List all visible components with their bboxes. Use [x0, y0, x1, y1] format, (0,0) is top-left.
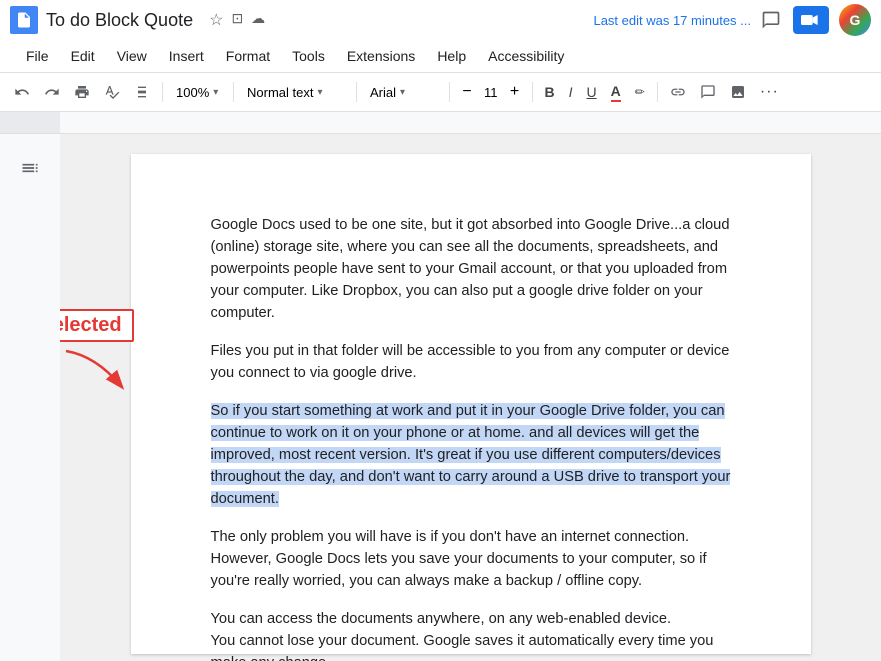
- font-value: Arial: [370, 85, 396, 100]
- ruler: 1 2 3 4 5: [0, 112, 881, 134]
- menu-edit[interactable]: Edit: [61, 44, 105, 68]
- doc-text: Google Docs used to be one site, but it …: [211, 214, 731, 661]
- meet-button[interactable]: [793, 6, 829, 34]
- spellcheck-button[interactable]: [98, 78, 126, 106]
- menu-tools[interactable]: Tools: [282, 44, 335, 68]
- doc-title: To do Block Quote: [46, 10, 193, 31]
- comments-icon[interactable]: [759, 8, 783, 32]
- para-3: So if you start something at work and pu…: [211, 400, 731, 510]
- last-edit-text[interactable]: Last edit was 17 minutes ...: [593, 13, 751, 28]
- font-size-value[interactable]: 11: [480, 83, 502, 102]
- para-4-text: The only problem you will have is if you…: [211, 529, 707, 589]
- menu-insert[interactable]: Insert: [159, 44, 214, 68]
- move-icon[interactable]: ⊡: [231, 10, 243, 30]
- menu-accessibility[interactable]: Accessibility: [478, 44, 574, 68]
- font-size-decrease[interactable]: −: [456, 81, 478, 103]
- redo-button[interactable]: [38, 78, 66, 106]
- para-1-text: Google Docs used to be one site, but it …: [211, 217, 730, 321]
- menu-view[interactable]: View: [107, 44, 157, 68]
- paint-format-button[interactable]: [128, 78, 156, 106]
- divider-3: [356, 82, 357, 102]
- doc-outline-icon[interactable]: [16, 154, 44, 182]
- sidebar-left: [0, 134, 60, 661]
- font-dropdown[interactable]: Arial ▾: [363, 78, 443, 106]
- para-2: Files you put in that folder will be acc…: [211, 340, 731, 384]
- print-button[interactable]: [68, 78, 96, 106]
- cloud-icon[interactable]: ☁: [251, 10, 265, 30]
- divider-1: [162, 82, 163, 102]
- menu-file[interactable]: File: [16, 44, 59, 68]
- menu-format[interactable]: Format: [216, 44, 280, 68]
- font-color-button[interactable]: A: [605, 78, 627, 106]
- toolbar: 100% ▾ Normal text ▾ Arial ▾ − 11 + B I …: [0, 72, 881, 112]
- highlight-icon: ✏: [635, 85, 645, 99]
- undo-button[interactable]: [8, 78, 36, 106]
- style-chevron: ▾: [317, 87, 322, 98]
- divider-2: [233, 82, 234, 102]
- font-size-area: − 11 +: [456, 81, 526, 103]
- comment-button[interactable]: [694, 78, 722, 106]
- font-size-increase[interactable]: +: [504, 81, 526, 103]
- para-2-text: Files you put in that folder will be acc…: [211, 343, 730, 381]
- avatar[interactable]: G: [839, 4, 871, 36]
- image-button[interactable]: [724, 78, 752, 106]
- menu-extensions[interactable]: Extensions: [337, 44, 425, 68]
- underline-button[interactable]: U: [581, 78, 603, 106]
- para-1: Google Docs used to be one site, but it …: [211, 214, 731, 324]
- annotation-arrow: [60, 346, 136, 396]
- para-4: The only problem you will have is if you…: [211, 526, 731, 592]
- style-dropdown[interactable]: Normal text ▾: [240, 78, 350, 106]
- star-icon[interactable]: ☆: [209, 10, 223, 30]
- bold-button[interactable]: B: [539, 78, 561, 106]
- para-5b-text: You cannot lose your document. Google sa…: [211, 633, 714, 661]
- menu-help[interactable]: Help: [427, 44, 476, 68]
- zoom-value: 100%: [176, 85, 209, 100]
- app-icon: [10, 6, 38, 34]
- para-5a-text: You can access the documents anywhere, o…: [211, 611, 672, 627]
- main-area: Selected Google Docs used to be one site…: [0, 134, 881, 661]
- para-5: You can access the documents anywhere, o…: [211, 608, 731, 661]
- doc-page: Selected Google Docs used to be one site…: [131, 154, 811, 654]
- header-right: G: [759, 4, 871, 36]
- font-chevron: ▾: [400, 87, 405, 98]
- selected-annotation: Selected: [60, 309, 134, 342]
- style-value: Normal text: [247, 85, 313, 100]
- link-button[interactable]: [664, 78, 692, 106]
- zoom-dropdown[interactable]: 100% ▾: [169, 78, 227, 106]
- highlight-button[interactable]: ✏: [629, 78, 651, 106]
- menu-bar: File Edit View Insert Format Tools Exten…: [0, 40, 881, 72]
- zoom-chevron: ▾: [213, 87, 218, 98]
- title-bar: To do Block Quote ☆ ⊡ ☁ Last edit was 17…: [0, 0, 881, 40]
- more-button[interactable]: ···: [754, 78, 785, 106]
- title-icons: ☆ ⊡ ☁: [209, 10, 265, 30]
- font-color-label: A: [611, 83, 621, 102]
- annotation-container: Selected: [60, 309, 136, 396]
- doc-container[interactable]: Selected Google Docs used to be one site…: [60, 134, 881, 661]
- italic-button[interactable]: I: [563, 78, 579, 106]
- divider-6: [657, 82, 658, 102]
- para-3-selected-text: So if you start something at work and pu…: [211, 403, 731, 507]
- divider-5: [532, 82, 533, 102]
- divider-4: [449, 82, 450, 102]
